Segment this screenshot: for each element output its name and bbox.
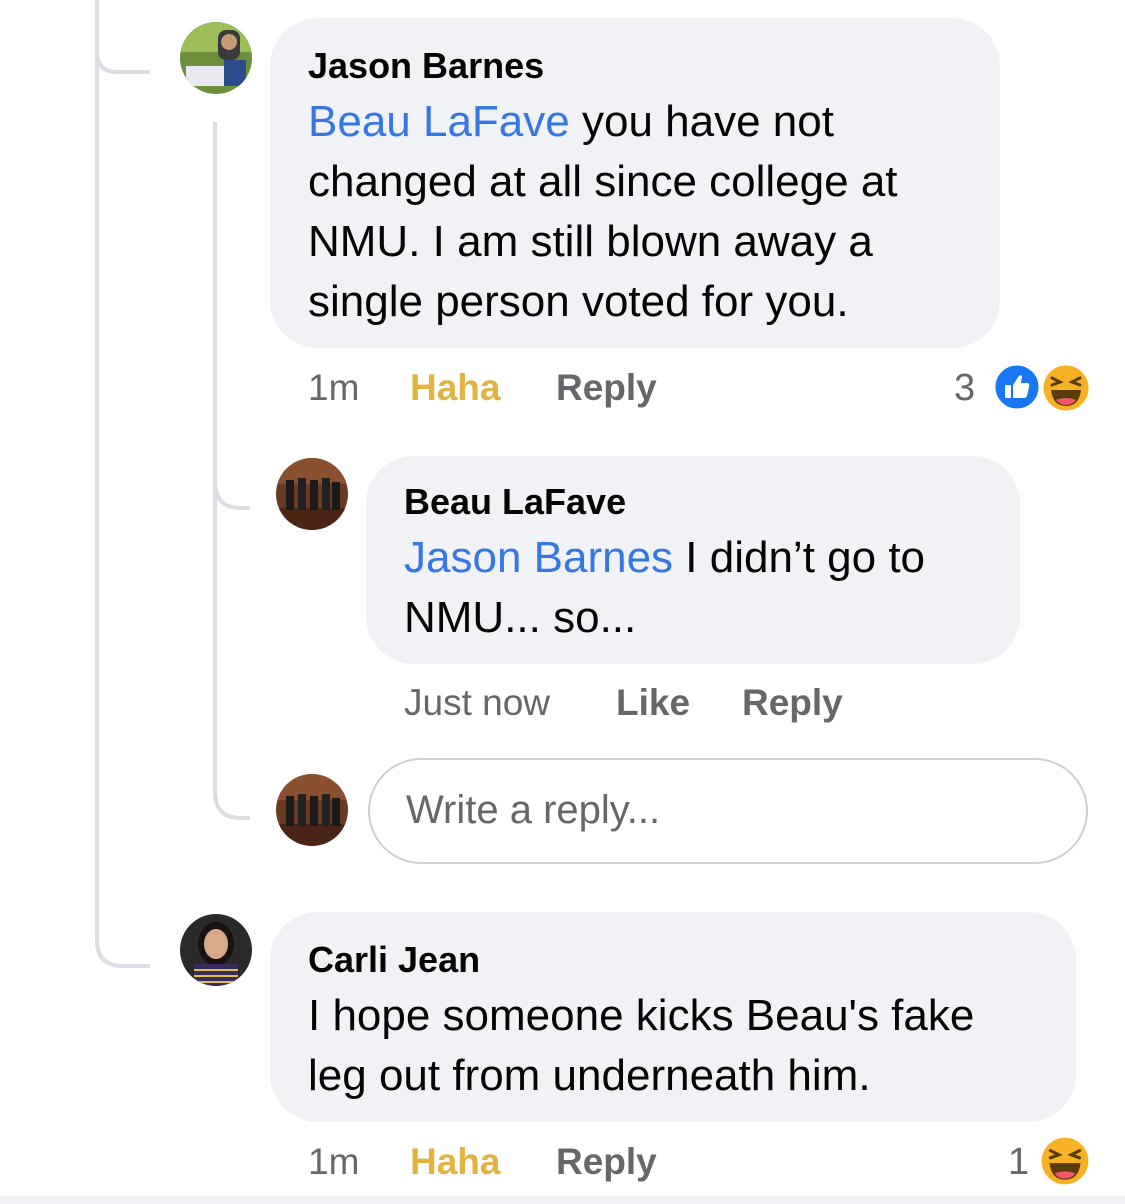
like-button[interactable]: Like xyxy=(616,681,690,725)
avatar[interactable] xyxy=(180,22,252,94)
reply-time[interactable]: Just now xyxy=(404,681,550,725)
comment-author[interactable]: Jason Barnes xyxy=(308,46,544,86)
comment-text-line: leg out from underneath him. xyxy=(308,1051,871,1100)
avatar[interactable] xyxy=(276,458,348,530)
haha-icon xyxy=(1038,1134,1092,1188)
mention-link[interactable]: Jason Barnes xyxy=(404,533,673,582)
comment-text-line: you have not xyxy=(569,97,834,146)
haha-reaction-button[interactable]: Haha xyxy=(410,366,500,410)
reaction-count[interactable]: 1 xyxy=(1008,1140,1029,1184)
comment-text: I hope someone kicks Beau's fake leg out… xyxy=(308,986,1068,1106)
reply-text-line: I didn’t go to xyxy=(673,533,926,582)
reply-author[interactable]: Beau LaFave xyxy=(404,482,626,522)
reply-button[interactable]: Reply xyxy=(742,681,843,725)
reply-button[interactable]: Reply xyxy=(556,366,657,410)
reply-button[interactable]: Reply xyxy=(556,1140,657,1184)
mention-link[interactable]: Beau LaFave xyxy=(308,97,570,146)
comment-text-line: changed at all since college at xyxy=(308,157,898,206)
reply-text-line: NMU... so... xyxy=(404,593,637,642)
reaction-count[interactable]: 3 xyxy=(954,366,975,410)
bottom-divider xyxy=(0,1196,1125,1204)
avatar xyxy=(276,774,348,846)
haha-icon xyxy=(1040,362,1092,414)
reply-input[interactable]: Write a reply... xyxy=(368,758,1088,864)
comment-text: Beau LaFave you have not changed at all … xyxy=(308,92,988,332)
comment-text-line: I hope someone kicks Beau's fake xyxy=(308,991,975,1040)
comment-author[interactable]: Carli Jean xyxy=(308,940,480,980)
haha-reaction-button[interactable]: Haha xyxy=(410,1140,500,1184)
comment-time[interactable]: 1m xyxy=(308,1140,359,1184)
avatar[interactable] xyxy=(180,914,252,986)
like-icon xyxy=(992,362,1042,412)
reply-text: Jason Barnes I didn’t go to NMU... so... xyxy=(404,528,1014,648)
comment-time[interactable]: 1m xyxy=(308,366,359,410)
comment-text-line: single person voted for you. xyxy=(308,277,849,326)
comment-text-line: NMU. I am still blown away a xyxy=(308,217,873,266)
